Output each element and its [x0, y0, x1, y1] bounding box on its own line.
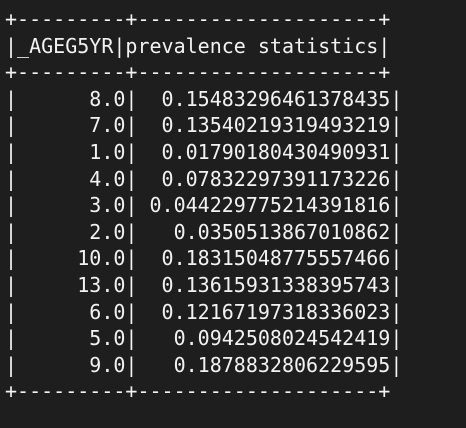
table-row: | 1.0| 0.01790180430490931|: [5, 139, 403, 164]
table-border-bottom: +---------+--------------------+: [5, 379, 391, 404]
table-row: | 7.0| 0.13540219319493219|: [5, 113, 403, 138]
table-row: | 13.0| 0.13615931338395743|: [5, 272, 403, 297]
table-row: | 4.0| 0.07832297391173226|: [5, 166, 403, 191]
table-row: | 3.0| 0.044229775214391816|: [5, 193, 403, 218]
table-row: | 9.0| 0.1878832806229595|: [5, 352, 403, 377]
table-border-top: +---------+--------------------+: [5, 7, 391, 31]
table-row: | 5.0| 0.0942508024542419|: [5, 326, 403, 351]
table-row: | 10.0| 0.18315048775557466|: [5, 246, 403, 271]
table-row: | 6.0| 0.12167197318336023|: [5, 299, 403, 324]
table-border-mid: +---------+--------------------+: [5, 60, 391, 85]
table-row: | 2.0| 0.0350513867010862|: [5, 219, 403, 244]
table-row: | 8.0| 0.15483296461378435|: [5, 86, 403, 111]
table-header: |_AGEG5YR|prevalence statistics|: [5, 33, 391, 58]
terminal-output: +---------+--------------------+ |_AGEG5…: [0, 0, 466, 428]
